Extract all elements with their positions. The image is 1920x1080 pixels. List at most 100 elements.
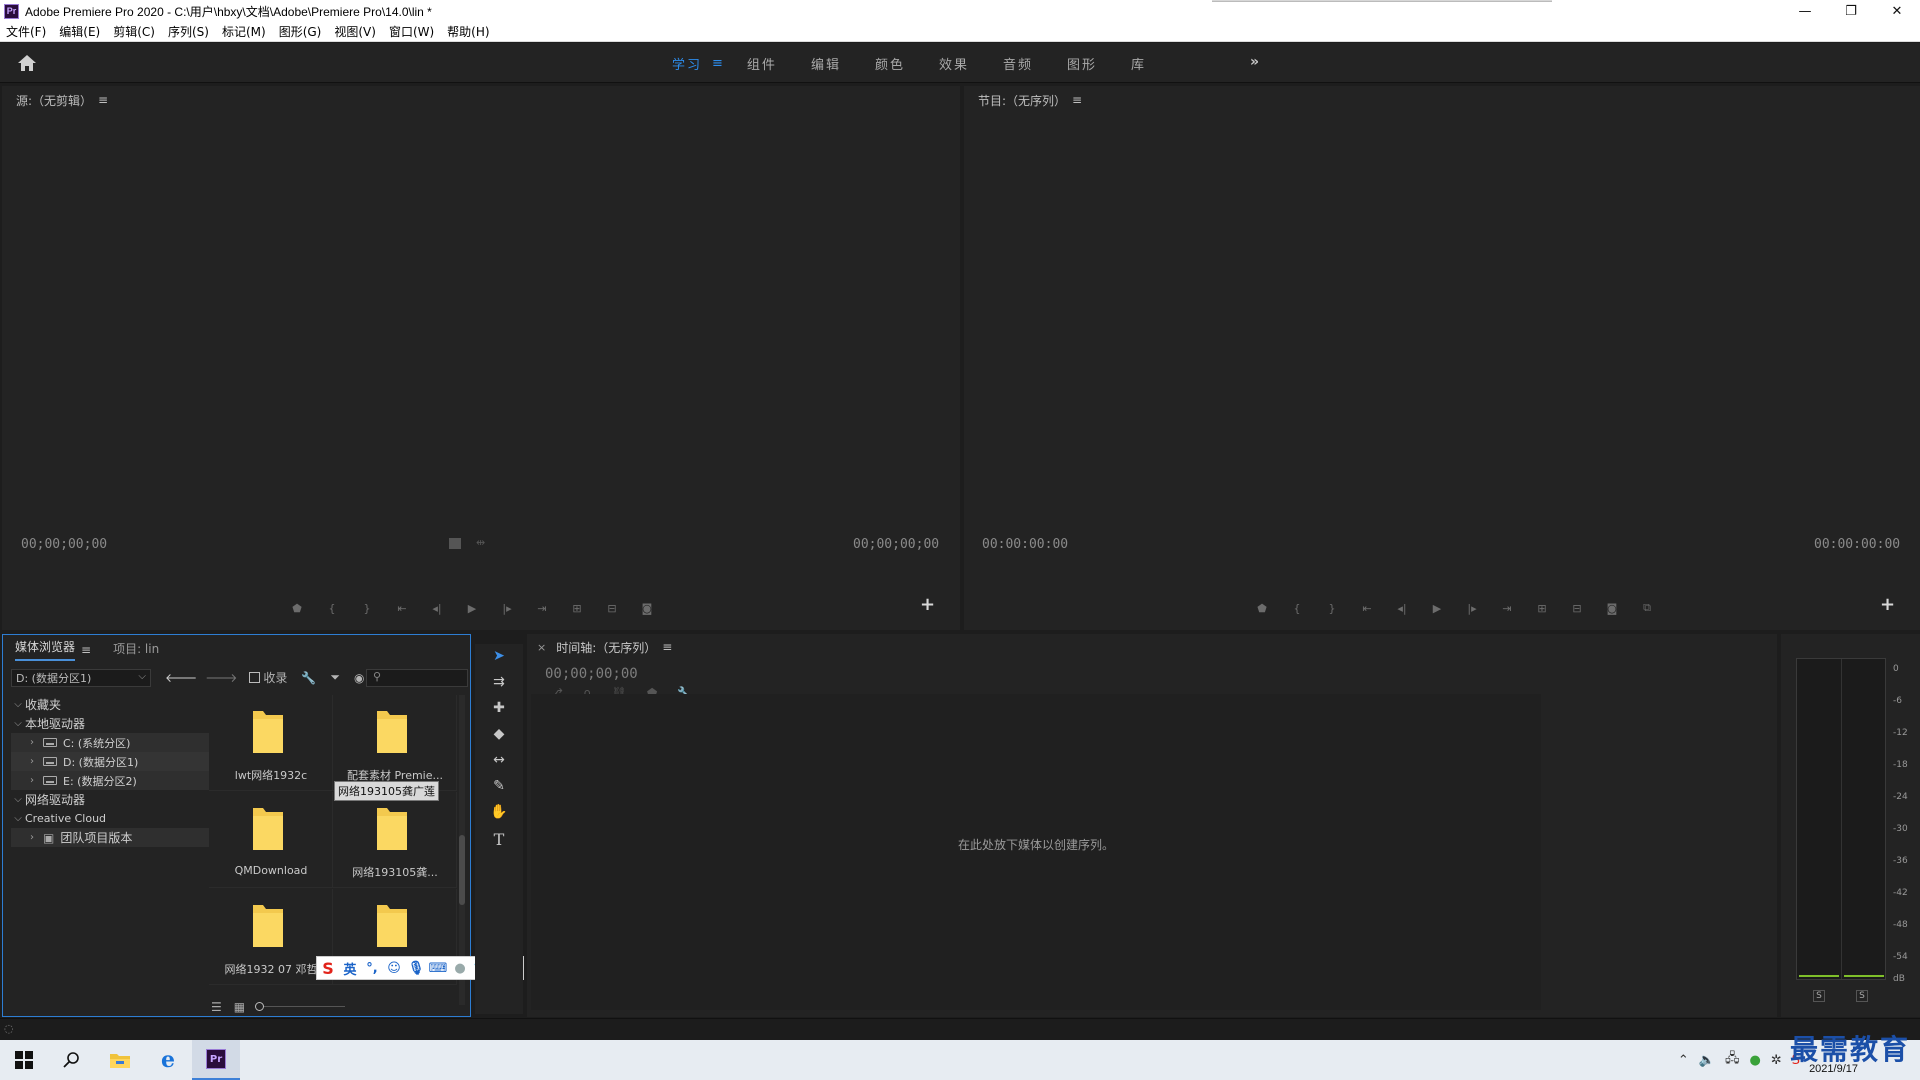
workspace-menu-icon[interactable]: ≡ [712, 56, 723, 71]
chevron-right-icon[interactable]: › [25, 756, 39, 767]
solo-right-button[interactable]: S [1856, 990, 1868, 1002]
program-button-editor-icon[interactable]: + [1880, 594, 1895, 615]
folder-item[interactable]: lwt网络1932c [209, 695, 333, 791]
close-icon[interactable]: × [537, 641, 546, 654]
tab-assembly[interactable]: 组件 [747, 54, 777, 73]
close-button[interactable]: ✕ [1874, 0, 1920, 22]
menu-sequence[interactable]: 序列(S) [168, 23, 209, 40]
menu-view[interactable]: 视图(V) [334, 23, 376, 40]
tab-learning[interactable]: 学习 [672, 54, 702, 73]
search-input[interactable]: ⚲ [366, 669, 468, 687]
timeline-timecode[interactable]: 00;00;00;00 [545, 666, 638, 682]
mark-out-icon[interactable]: } [1322, 600, 1342, 616]
volume-icon[interactable]: 🔈 [1699, 1053, 1715, 1068]
type-tool-icon[interactable]: T [489, 830, 509, 850]
tab-editing[interactable]: 编辑 [811, 54, 841, 73]
chevron-down-icon[interactable]: ⌵ [11, 718, 25, 729]
step-forward-icon[interactable]: |▸ [1462, 600, 1482, 616]
tree-item-favorites[interactable]: ⌵ 收藏夹 [11, 695, 209, 714]
user-icon[interactable]: ● [449, 961, 471, 976]
restore-button[interactable]: ❐ [1828, 0, 1874, 22]
network-icon[interactable]: 🖧 [1725, 1049, 1740, 1071]
overwrite-icon[interactable]: ⊟ [602, 600, 622, 616]
folder-item[interactable]: 配套素材 Premie... [333, 695, 457, 791]
punctuation-icon[interactable]: °, [361, 961, 383, 976]
tab-libraries[interactable]: 库 [1131, 54, 1146, 73]
chevron-down-icon[interactable]: ⌵ [11, 794, 25, 805]
insert-icon[interactable]: ⊞ [567, 600, 587, 616]
minimize-button[interactable]: — [1782, 0, 1828, 22]
lift-icon[interactable]: ⊞ [1532, 600, 1552, 616]
go-to-in-icon[interactable]: ⇤ [1357, 600, 1377, 616]
comparison-view-icon[interactable]: ⧉ [1637, 600, 1657, 616]
step-back-icon[interactable]: ◂| [1392, 600, 1412, 616]
tree-item-creative-cloud[interactable]: ⌵ Creative Cloud [11, 809, 209, 828]
timeline-drop-area[interactable]: 在此处放下媒体以创建序列。 [531, 694, 1541, 1010]
go-to-in-icon[interactable]: ⇤ [392, 600, 412, 616]
drive-dropdown[interactable]: D: (数据分区1) ⌵ [11, 669, 151, 687]
menu-window[interactable]: 窗口(W) [389, 23, 434, 40]
menu-file[interactable]: 文件(F) [6, 23, 46, 40]
track-select-tool-icon[interactable]: ⇉ [489, 674, 509, 694]
tree-item-local-drives[interactable]: ⌵ 本地驱动器 [11, 714, 209, 733]
chevron-down-icon[interactable]: ⌵ [11, 813, 25, 824]
slip-tool-icon[interactable]: ↔ [489, 752, 509, 772]
extract-icon[interactable]: ⊟ [1567, 600, 1587, 616]
solo-left-button[interactable]: S [1813, 990, 1825, 1002]
search-icon[interactable] [48, 1040, 96, 1080]
microphone-icon[interactable]: 🎙 [405, 961, 427, 976]
step-back-icon[interactable]: ◂| [427, 600, 447, 616]
filter-icon[interactable]: ⏷ [330, 670, 340, 685]
ime-mode-label[interactable]: 英 [339, 959, 361, 978]
tab-graphics[interactable]: 图形 [1067, 54, 1097, 73]
go-to-out-icon[interactable]: ⇥ [1497, 600, 1517, 616]
list-view-icon[interactable]: ☰ [211, 1000, 222, 1014]
menu-marker[interactable]: 标记(M) [222, 23, 266, 40]
sogou-logo-icon[interactable]: S [317, 959, 339, 978]
tab-audio[interactable]: 音频 [1003, 54, 1033, 73]
tab-effects[interactable]: 效果 [939, 54, 969, 73]
program-monitor-title[interactable]: 节目:（无序列） [978, 92, 1066, 109]
tree-item-team-projects[interactable]: › ▣ 团队项目版本 [11, 828, 209, 847]
icon-view-icon[interactable]: ▦ [234, 1000, 245, 1014]
folder-item[interactable]: QMDownload [209, 792, 333, 888]
source-drag-audio-icon[interactable]: ⇹ [476, 536, 485, 549]
mark-out-icon[interactable]: } [357, 600, 377, 616]
tray-app-icon[interactable]: ● [1749, 1053, 1760, 1068]
step-forward-icon[interactable]: |▸ [497, 600, 517, 616]
source-monitor-title[interactable]: 源:（无剪辑） [16, 92, 92, 109]
play-icon[interactable]: ▶ [462, 600, 482, 616]
source-button-editor-icon[interactable]: + [920, 594, 935, 615]
menu-clip[interactable]: 剪辑(C) [113, 23, 155, 40]
scrollbar-thumb[interactable] [459, 835, 465, 905]
program-timecode-current[interactable]: 00:00:00:00 [982, 537, 1068, 552]
export-frame-icon[interactable]: ◙ [637, 600, 657, 616]
windows-start-icon[interactable] [0, 1040, 48, 1080]
tray-app2-icon[interactable]: ✲ [1771, 1053, 1782, 1068]
program-menu-icon[interactable]: ≡ [1072, 93, 1082, 107]
menu-edit[interactable]: 编辑(E) [59, 23, 100, 40]
tab-project[interactable]: 项目: lin [113, 640, 159, 661]
chevron-up-icon[interactable]: ⌃ [1678, 1053, 1689, 1068]
tab-color[interactable]: 颜色 [875, 54, 905, 73]
eye-icon[interactable]: ◉ [354, 671, 364, 685]
back-arrow-icon[interactable]: 🡐 [165, 670, 197, 685]
razor-tool-icon[interactable]: ◆ [489, 726, 509, 746]
premiere-taskbar-icon[interactable]: Pr [192, 1040, 240, 1080]
hand-tool-icon[interactable]: ✋ [489, 804, 509, 824]
timeline-title[interactable]: 时间轴:（无序列） [556, 639, 656, 656]
zoom-slider[interactable] [255, 1002, 346, 1012]
file-explorer-icon[interactable] [96, 1040, 144, 1080]
menu-help[interactable]: 帮助(H) [447, 23, 489, 40]
folder-item[interactable]: 网络193105龚... [333, 792, 457, 888]
mark-in-icon[interactable]: { [322, 600, 342, 616]
chevron-right-icon[interactable]: › [25, 832, 39, 843]
tree-item-drive-e[interactable]: › E: (数据分区2) [11, 771, 209, 790]
emoji-icon[interactable]: ☺ [383, 961, 405, 976]
timeline-menu-icon[interactable]: ≡ [662, 640, 672, 654]
more-workspaces-icon[interactable]: » [1250, 54, 1259, 70]
mark-in-icon[interactable]: { [1287, 600, 1307, 616]
tree-item-network-drives[interactable]: ⌵ 网络驱动器 [11, 790, 209, 809]
ripple-edit-tool-icon[interactable]: ✚ [489, 700, 509, 720]
menu-graphics[interactable]: 图形(G) [279, 23, 322, 40]
